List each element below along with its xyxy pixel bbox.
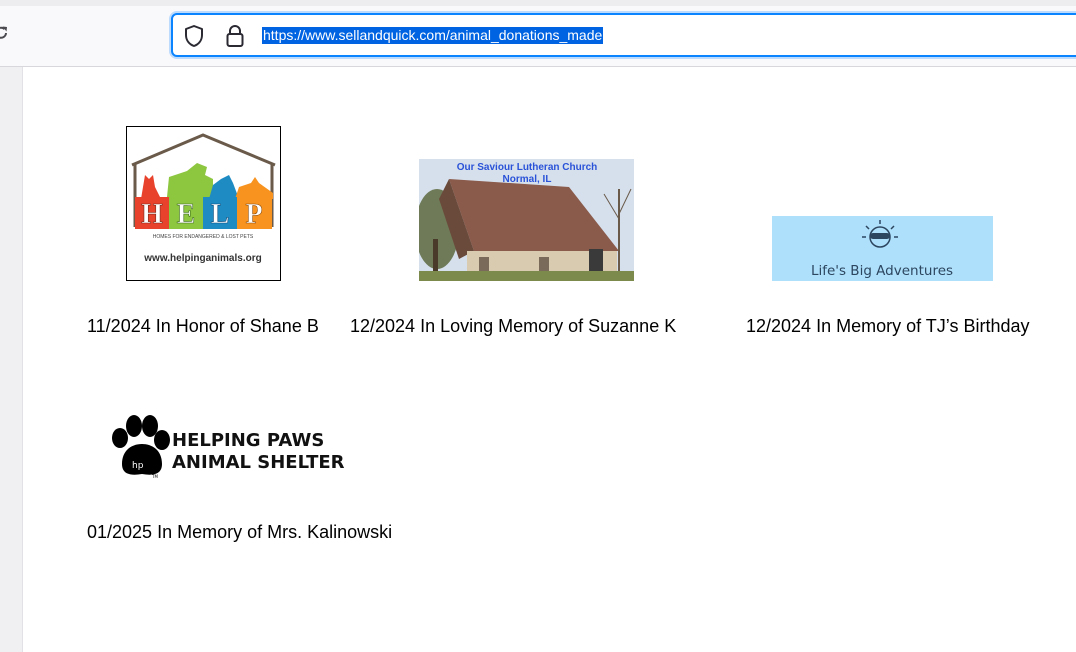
trademark: TM (151, 474, 158, 479)
url-text[interactable]: https://www.sellandquick.com/animal_dona… (262, 27, 604, 44)
help-letter-p: P (245, 199, 262, 230)
paw-print-icon: hp TM HELPING PAWS ANIMAL SHELTER (112, 415, 345, 479)
church-photo: Our Saviour Lutheran Church Normal, IL (419, 159, 634, 281)
sun-icon (862, 220, 898, 248)
hp-mark: hp (132, 461, 144, 471)
donation-caption: 01/2025 In Memory of Mrs. Kalinowski (87, 522, 393, 542)
donation-caption: 12/2024 In Loving Memory of Suzanne K (350, 316, 677, 336)
donation-caption: 12/2024 In Memory of TJ’s Birthday (746, 316, 1030, 336)
lifes-big-adventures-logo: Life's Big Adventures (772, 216, 993, 281)
church-photo-graphic: Our Saviour Lutheran Church Normal, IL (419, 159, 634, 281)
adventure-graphic: Life's Big Adventures (811, 220, 953, 279)
address-bar[interactable]: https://www.sellandquick.com/animal_dona… (171, 13, 1076, 57)
help-website: www.helpinganimals.org (143, 253, 261, 264)
help-letter-l: L (211, 199, 230, 230)
church-name-text: Our Saviour Lutheran Church (457, 162, 598, 173)
help-tagline: HOMES FOR ENDANGERED & LOST PETS (153, 234, 254, 240)
helping-paws-logo: hp TM HELPING PAWS ANIMAL SHELTER (100, 412, 345, 482)
reload-icon[interactable] (0, 24, 10, 42)
adventure-text: Life's Big Adventures (811, 263, 953, 279)
helping-paws-line2: ANIMAL SHELTER (172, 452, 345, 473)
help-logo: H E L P HOMES FOR ENDANGERED & LOST PETS… (126, 126, 281, 281)
donation-caption: 11/2024 In Honor of Shane B (87, 316, 319, 336)
church-location-text: Normal, IL (503, 174, 552, 185)
tab-strip-edge (0, 0, 1076, 6)
lock-icon[interactable] (225, 24, 245, 48)
sidebar-edge (0, 67, 23, 652)
shield-icon[interactable] (183, 24, 205, 48)
help-letter-h: H (141, 199, 163, 230)
helping-paws-line1: HELPING PAWS (172, 430, 324, 451)
help-house-graphic: H E L P HOMES FOR ENDANGERED & LOST PETS… (131, 133, 276, 264)
browser-toolbar: https://www.sellandquick.com/animal_dona… (0, 0, 1076, 67)
help-letter-e: E (177, 199, 196, 230)
